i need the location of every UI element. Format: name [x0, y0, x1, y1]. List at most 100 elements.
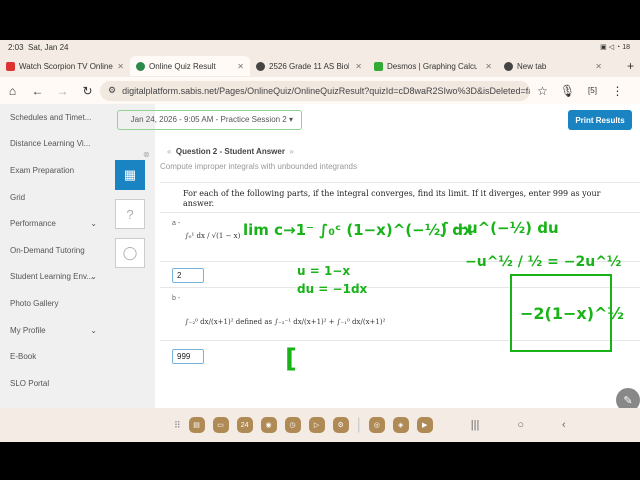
reload-icon[interactable]: ↻: [75, 84, 100, 98]
sidebar-item-photo-gallery[interactable]: Photo Gallery: [0, 290, 155, 317]
divider: |: [356, 416, 361, 433]
close-icon[interactable]: ✕: [117, 62, 124, 71]
chevron-down-icon: ⌄: [90, 325, 97, 335]
part-a-label: a -: [172, 220, 181, 227]
close-icon[interactable]: ✕: [595, 62, 602, 71]
back-button[interactable]: ‹: [562, 419, 566, 431]
sidebar-item-slo-portal[interactable]: SLO Portal: [0, 370, 155, 397]
sidebar-item-label: Performance: [10, 219, 56, 229]
close-icon[interactable]: ⊗: [143, 150, 150, 159]
tab-online-quiz[interactable]: Online Quiz Result ✕: [130, 56, 250, 76]
tab-label: Online Quiz Result: [149, 61, 216, 71]
main-content: Jan 24, 2026 - 9:05 AM - Practice Sessio…: [115, 104, 640, 408]
chrome-app-icon[interactable]: ◎: [368, 417, 385, 433]
battery-level: 18: [622, 44, 630, 51]
app-drawer-icon[interactable]: ⠿: [174, 420, 181, 431]
camera-app-icon[interactable]: ◉: [260, 417, 277, 433]
comment-tool-button[interactable]: ◯: [115, 238, 145, 268]
home-button[interactable]: ○: [517, 419, 524, 431]
site-icon: [136, 61, 145, 71]
sidebar-item-label: Schedules and Timet...: [10, 112, 92, 122]
media-app-icon[interactable]: ◈: [392, 417, 409, 433]
tab-scorpion[interactable]: Watch Scorpion TV Online ✕: [0, 56, 130, 76]
handwritten-differential: du = −1dx: [297, 282, 368, 296]
menu-icon[interactable]: ⋮: [605, 84, 630, 98]
battery-indicator: ▣ ◁ ◔ 18: [600, 44, 630, 51]
sidebar-item-label: Exam Preparation: [10, 165, 75, 175]
question-title: Question 2 - Student Answer: [175, 147, 285, 156]
sidebar-item-label: Photo Gallery: [10, 298, 59, 308]
divider: [160, 182, 640, 183]
sidebar-item-label: SLO Portal: [10, 378, 50, 388]
notes-app-icon[interactable]: ▤: [188, 417, 205, 433]
tab-new[interactable]: New tab ✕: [498, 56, 608, 76]
question-subtitle: Compute improper integrals with unbounde…: [160, 162, 358, 171]
handwritten-substitution: u = 1−x: [297, 264, 351, 278]
handwritten-integral: ∫ −u^(−½) du: [440, 219, 559, 237]
settings-app-icon[interactable]: ⚙: [332, 417, 349, 433]
part-b-label: b -: [172, 295, 181, 302]
calendar-app-icon[interactable]: 24: [236, 417, 253, 433]
play-store-icon[interactable]: ▷: [308, 417, 325, 433]
youtube-app-icon[interactable]: ▶: [416, 417, 433, 433]
site-icon: [6, 61, 15, 71]
bookmark-star-icon[interactable]: ☆: [530, 84, 555, 98]
site-icon: [256, 61, 265, 71]
home-icon[interactable]: ⌂: [0, 84, 25, 98]
microphone-icon[interactable]: 🎙: [555, 84, 580, 98]
part-b-expression: ∫₋₂⁰ dx/(x+1)² defined as ∫₋₂⁻¹ dx/(x+1)…: [185, 318, 386, 326]
tab-label: 2526 Grade 11 AS Biology: [269, 61, 349, 71]
question-prompt: For each of the following parts, if the …: [183, 189, 601, 208]
handwritten-bracket: [: [285, 344, 297, 374]
divider: [160, 212, 640, 213]
sidebar-item-label: Distance Learning Vi...: [10, 139, 91, 149]
sidebar-item-label: Grid: [10, 192, 26, 202]
help-tool-button[interactable]: ?: [115, 199, 145, 229]
sidebar-item-label: My Profile: [10, 325, 46, 335]
close-icon[interactable]: ✕: [485, 62, 492, 71]
url-text: digitalplatform.sabis.net/Pages/OnlineQu…: [122, 85, 530, 96]
close-icon[interactable]: ✕: [355, 62, 362, 71]
handwritten-limit: lim c→1⁻ ∫₀ᶜ (1−x)^(−½) dx: [243, 221, 473, 239]
tab-biology[interactable]: 2526 Grade 11 AS Biology ✕: [250, 56, 368, 76]
print-results-button[interactable]: Print Results: [568, 110, 632, 130]
tab-label: New tab: [517, 61, 547, 71]
session-select[interactable]: Jan 24, 2026 - 9:05 AM - Practice Sessio…: [117, 110, 302, 130]
address-bar-row: ⌂ ← → ↻ ⚙ digitalplatform.sabis.net/Pages…: [0, 77, 640, 104]
tab-label: Watch Scorpion TV Online: [19, 61, 113, 71]
tab-count: 5: [590, 86, 595, 95]
question-header: « Question 2 - Student Answer »: [167, 147, 294, 156]
part-a-expression: ∫₀¹ dx / √(1 − x): [185, 232, 241, 240]
taskbar: ⠿ ▤ ▭ 24 ◉ ◷ ▷ ⚙ | ◎ ◈ ▶ ||| ○ ‹: [0, 408, 640, 442]
close-icon[interactable]: ✕: [237, 62, 244, 71]
new-tab-button[interactable]: +: [621, 56, 640, 76]
clock-app-icon[interactable]: ◷: [284, 417, 301, 433]
site-settings-icon[interactable]: ⚙: [108, 85, 116, 96]
date: Sat, Jan 24: [28, 43, 69, 52]
handwritten-step: −u^½ / ½ = −2u^½: [465, 254, 622, 270]
back-icon[interactable]: ←: [25, 84, 50, 98]
tool-panel: ⊗ ▦ ? ◯: [115, 150, 153, 277]
sidebar-item-my-profile[interactable]: My Profile ⌄: [0, 317, 155, 344]
calendar-day: 24: [240, 421, 249, 429]
sidebar-item-ebook[interactable]: E-Book: [0, 343, 155, 370]
tab-desmos[interactable]: Desmos | Graphing Calculat ✕: [368, 56, 498, 76]
sidebar-item-label: E-Book: [10, 352, 37, 362]
files-app-icon[interactable]: ▭: [212, 417, 229, 433]
next-question-icon[interactable]: »: [289, 147, 293, 156]
part-b-answer-input[interactable]: 999: [172, 349, 204, 364]
previous-question-icon[interactable]: «: [167, 147, 171, 156]
boxed-answer-text: −2(1−x)^½: [520, 303, 624, 323]
tab-count-button[interactable]: [5]: [580, 86, 605, 95]
site-icon: [374, 61, 383, 71]
tab-label: Desmos | Graphing Calculat: [387, 61, 477, 71]
forward-icon[interactable]: →: [50, 84, 75, 98]
part-a-answer-input[interactable]: 2: [172, 268, 204, 283]
calculator-tool-button[interactable]: ▦: [115, 160, 145, 190]
recents-button[interactable]: |||: [471, 419, 480, 431]
chevron-down-icon: ⌄: [90, 272, 97, 282]
handwritten-boxed-answer: −2(1−x)^½: [510, 274, 624, 352]
url-field[interactable]: ⚙ digitalplatform.sabis.net/Pages/OnlineQ…: [100, 80, 530, 101]
status-bar: 2:03 Sat, Jan 24 ▣ ◁ ◔ 18: [0, 40, 640, 55]
clock: 2:03: [8, 43, 24, 52]
